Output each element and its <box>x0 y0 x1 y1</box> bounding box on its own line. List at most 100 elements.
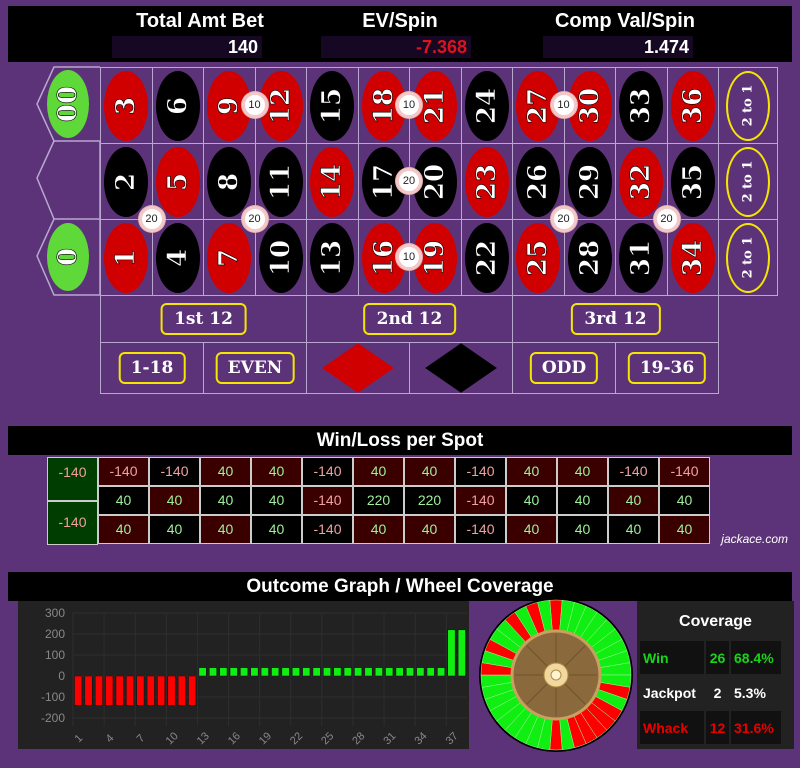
low-bet[interactable]: 1-18 <box>100 342 204 394</box>
number-spot-24[interactable]: 24 <box>460 67 513 144</box>
number-label: 29 <box>574 163 605 200</box>
number-label: 8 <box>214 172 245 191</box>
odd-bet[interactable]: ODD <box>512 342 616 394</box>
number-label: 13 <box>317 239 348 276</box>
bet-chip[interactable]: 10 <box>396 244 422 270</box>
number-label: 24 <box>471 87 502 124</box>
number-label: 16 <box>368 239 399 276</box>
outcome-bar <box>198 667 207 677</box>
zero-spot-00[interactable]: 00 <box>36 67 100 141</box>
number-spot-13[interactable]: 13 <box>306 219 359 296</box>
coverage-label: Win <box>640 641 704 674</box>
number-spot-34[interactable]: 34 <box>666 219 719 296</box>
outcome-bar <box>302 667 311 677</box>
coverage-pct: 31.6% <box>731 711 781 744</box>
x-tick-label: 10 <box>164 730 181 747</box>
column-bet-oval: 2 to 1 <box>726 70 770 141</box>
dozen-bet-1[interactable]: 1st 12 <box>100 295 307 343</box>
coverage-count: 12 <box>706 711 729 744</box>
number-spot-33[interactable]: 33 <box>615 67 668 144</box>
outcome-bar <box>240 667 249 677</box>
number-oval: 5 <box>155 146 200 217</box>
winloss-cell: 40 <box>200 515 251 544</box>
black-diamond-icon <box>425 343 497 393</box>
number-oval: 0 <box>47 223 89 291</box>
column-bet-oval: 2 to 1 <box>726 146 770 217</box>
outcome-bar <box>271 667 280 677</box>
number-spot-36[interactable]: 36 <box>666 67 719 144</box>
winloss-zero-00: -140 <box>47 457 98 501</box>
number-spot-22[interactable]: 22 <box>460 219 513 296</box>
number-oval: 11 <box>258 146 303 217</box>
number-label: 1 <box>111 248 142 267</box>
wheel-coverage <box>479 598 633 752</box>
outcome-bar <box>136 675 145 706</box>
winloss-cell: 40 <box>404 457 455 486</box>
bet-chip[interactable]: 20 <box>653 206 680 232</box>
outside-bet-label: ODD <box>529 352 599 384</box>
number-label: 7 <box>214 248 245 267</box>
even-bet[interactable]: EVEN <box>203 342 307 394</box>
red-bet[interactable] <box>306 342 410 394</box>
number-spot-28[interactable]: 28 <box>563 219 616 296</box>
number-label: 35 <box>677 163 708 200</box>
bet-chip[interactable]: 20 <box>241 206 268 232</box>
outcome-bar <box>188 675 197 706</box>
number-oval: 7 <box>207 222 252 293</box>
number-label: 36 <box>677 87 708 124</box>
bet-chip[interactable]: 10 <box>241 92 268 118</box>
bet-chip[interactable]: 10 <box>550 92 577 118</box>
outcome-bar <box>323 667 331 677</box>
outcome-bar <box>364 667 373 677</box>
column-bet-2[interactable]: 2 to 1 <box>718 143 778 220</box>
number-oval: 35 <box>670 146 715 217</box>
dozen-bet-3[interactable]: 3rd 12 <box>512 295 719 343</box>
number-spot-14[interactable]: 14 <box>306 143 359 220</box>
ev-spin-value: -7.368 <box>321 36 471 58</box>
column-bet-1[interactable]: 2 to 1 <box>718 219 778 296</box>
dozen-label: 2nd 12 <box>362 303 457 335</box>
number-label: 25 <box>523 239 554 276</box>
winloss-cell: 40 <box>557 457 608 486</box>
coverage-count: 2 <box>706 676 729 709</box>
ev-spin-stat: EV/Spin <box>300 6 500 36</box>
outcome-bar <box>343 667 352 677</box>
number-spot-3[interactable]: 3 <box>100 67 153 144</box>
x-tick-label: 4 <box>104 732 117 745</box>
outcome-bar <box>146 675 155 706</box>
number-spot-15[interactable]: 15 <box>306 67 359 144</box>
outcome-bar <box>157 675 166 706</box>
x-tick-label: 22 <box>288 730 305 747</box>
bet-chip[interactable]: 10 <box>396 92 422 118</box>
number-oval: 15 <box>310 70 355 141</box>
coverage-count: 26 <box>706 641 729 674</box>
column-bet-3[interactable]: 2 to 1 <box>718 67 778 144</box>
outcome-bar <box>94 675 103 706</box>
column-bet-label: 2 to 1 <box>740 236 756 279</box>
outcome-chart-svg: 300 200 100 0 -100 -200 1 4 7 10 13 16 19 22 25 28 31 34 3… <box>41 606 467 747</box>
zero-spot-0[interactable]: 0 <box>36 219 100 295</box>
x-tick-label: 16 <box>226 730 243 747</box>
number-spot-10[interactable]: 10 <box>254 219 307 296</box>
bet-chip[interactable]: 20 <box>550 206 577 232</box>
number-spot-6[interactable]: 6 <box>151 67 204 144</box>
bet-chip[interactable]: 20 <box>138 206 165 232</box>
number-oval: 34 <box>670 222 715 293</box>
number-spot-4[interactable]: 4 <box>151 219 204 296</box>
coverage-title: Coverage <box>679 613 752 630</box>
bet-chip[interactable]: 20 <box>396 168 422 194</box>
red-diamond-icon <box>322 343 394 393</box>
number-label: 4 <box>162 248 193 267</box>
x-tick-label: 37 <box>444 730 461 747</box>
stats-bar: Total Amt Bet 140 EV/Spin -7.368 Comp Va… <box>8 6 792 62</box>
dozen-bet-2[interactable]: 2nd 12 <box>306 295 513 343</box>
winloss-cell: 40 <box>557 486 608 515</box>
number-label: 00 <box>53 85 84 123</box>
number-spot-23[interactable]: 23 <box>460 143 513 220</box>
black-bet[interactable] <box>409 342 513 394</box>
outcome-bar <box>115 675 124 706</box>
high-bet[interactable]: 19-36 <box>615 342 719 394</box>
coverage-pct: 68.4% <box>731 641 781 674</box>
brand-link[interactable]: jackace.com <box>721 532 788 546</box>
winloss-cell: 40 <box>251 457 302 486</box>
